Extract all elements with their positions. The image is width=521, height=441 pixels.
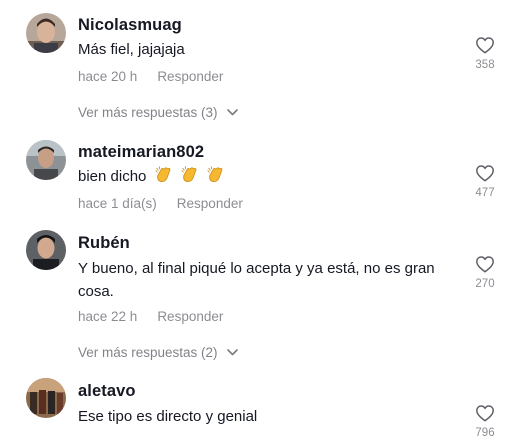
comment-username[interactable]: Rubén [78,234,130,253]
comment-username[interactable]: aletavo [78,382,136,401]
like-button[interactable]: 477 [470,164,500,199]
heart-outline-icon [476,256,494,273]
like-count: 796 [475,427,495,439]
view-more-replies-button[interactable]: Ver más respuestas (3) [78,105,239,120]
comment-time: hace 20 h [78,69,138,84]
like-button[interactable]: 270 [470,255,500,290]
reply-button[interactable]: Responder [157,309,223,324]
comment-time: hace 1 día(s) [78,196,157,211]
comment-text: Y bueno, al final piqué lo acepta y ya e… [78,260,435,300]
avatar[interactable] [26,378,66,418]
view-more-replies-label: Ver más respuestas (3) [78,105,218,120]
comment-username[interactable]: mateimarian802 [78,143,204,162]
comment-text-content: bien dicho [78,168,147,185]
view-more-replies-label: Ver más respuestas (2) [78,345,218,360]
comment-meta: hace 1 día(s) Responder [78,196,243,211]
like-count: 358 [475,59,495,71]
avatar[interactable] [26,140,66,180]
like-button[interactable]: 796 [470,404,500,439]
like-count: 477 [475,187,495,199]
comment-meta: hace 20 h Responder [78,69,223,84]
like-count: 270 [475,278,495,290]
comment-text: Más fiel, jajajaja [78,41,185,58]
view-more-replies-button[interactable]: Ver más respuestas (2) [78,345,239,360]
heart-outline-icon [476,405,494,422]
clapping-hands-emoji [155,166,170,183]
chevron-down-icon [227,109,239,116]
comment-username[interactable]: Nicolasmuag [78,16,182,35]
comment-time: hace 22 h [78,309,138,324]
heart-outline-icon [476,37,494,54]
comment-meta: hace 22 h Responder [78,309,223,324]
comment-text: Ese tipo es directo y genial [78,408,258,425]
heart-outline-icon [476,165,494,182]
avatar[interactable] [26,13,66,53]
clapping-hands-emoji [207,166,223,183]
like-button[interactable]: 358 [470,36,500,71]
reply-button[interactable]: Responder [157,69,223,84]
comment-text: bien dicho [78,165,463,188]
clapping-hands-emoji [181,166,197,183]
chevron-down-icon [227,349,239,356]
reply-button[interactable]: Responder [177,196,243,211]
avatar[interactable] [26,230,66,270]
